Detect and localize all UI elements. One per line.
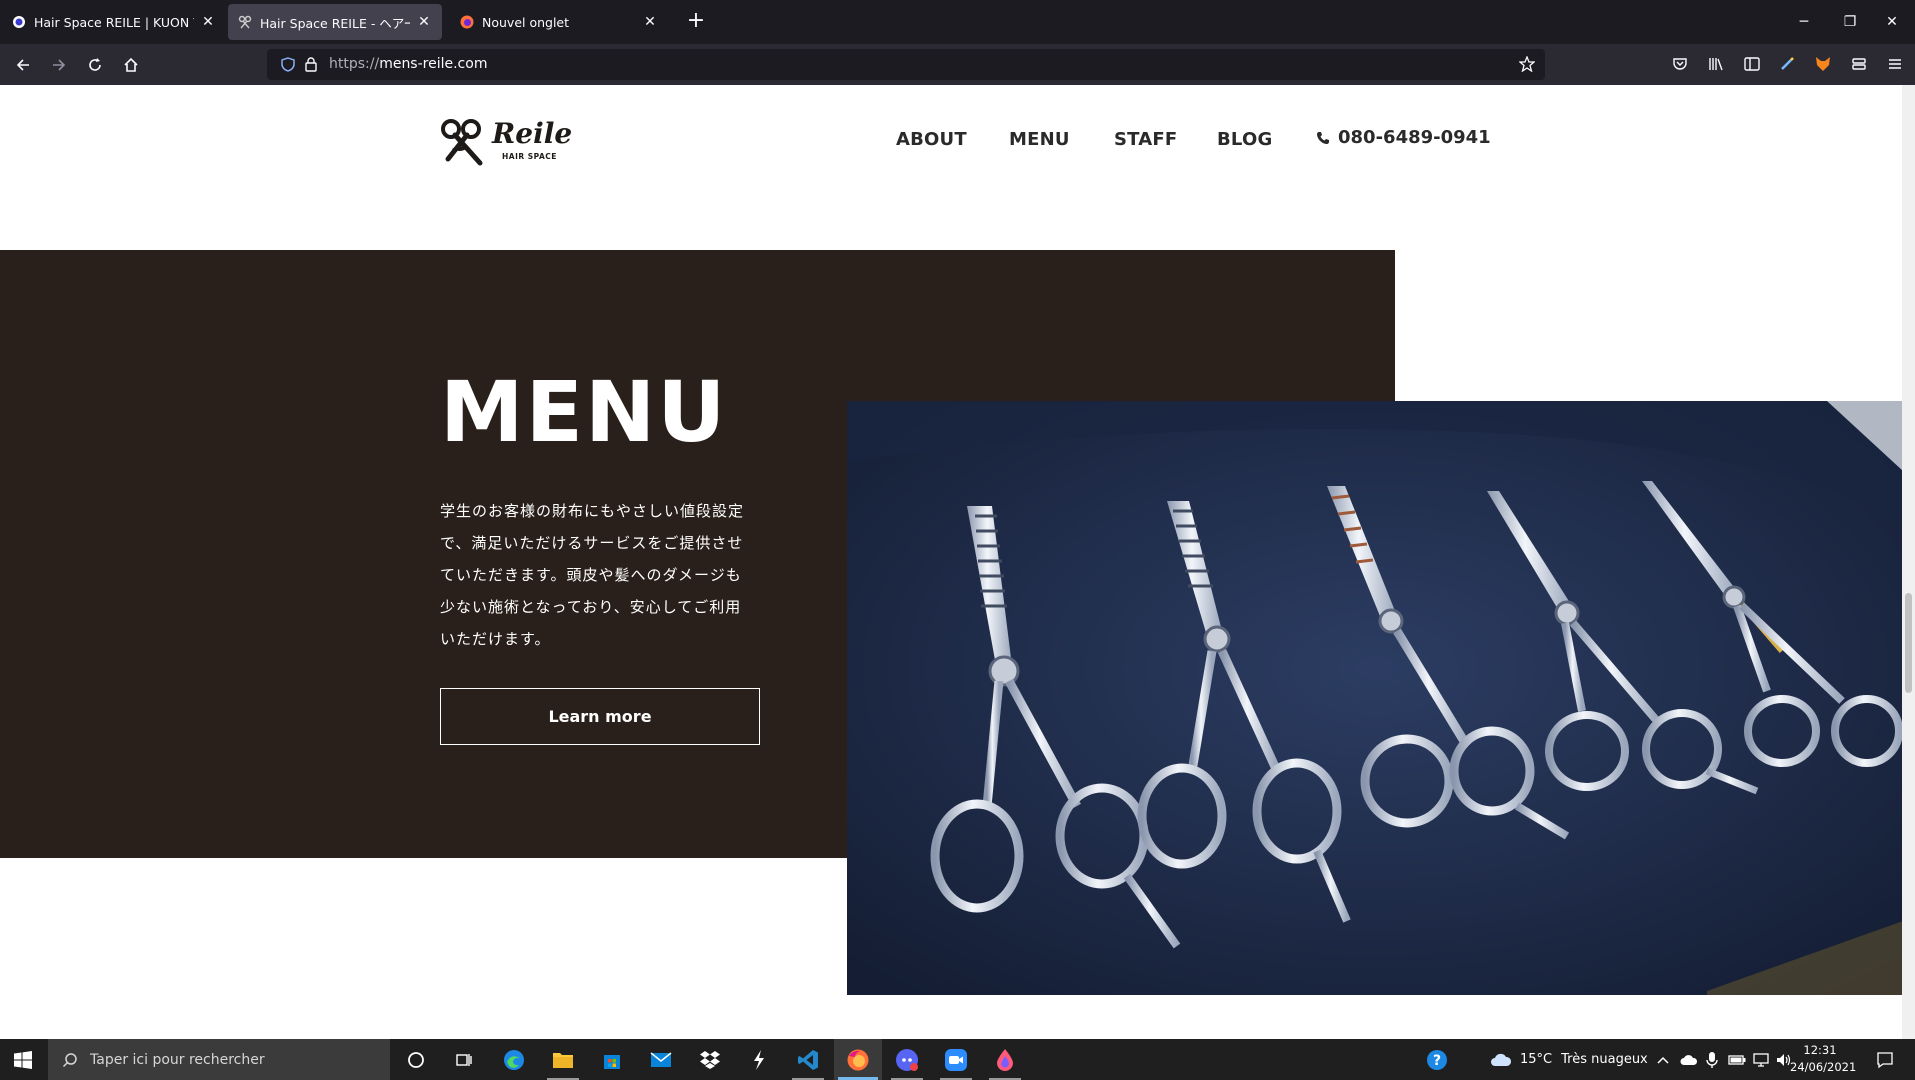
tab-title: Nouvel onglet	[482, 14, 570, 30]
page-scrollbar-thumb[interactable]	[1905, 593, 1912, 693]
hero-line-3: ていただきます。頭皮や髪へのダメージも	[440, 566, 742, 584]
firefox-icon[interactable]	[834, 1039, 882, 1080]
vscode-icon[interactable]	[784, 1039, 832, 1080]
taskbar-clock[interactable]: 12:31 24/06/2021	[1790, 1042, 1857, 1076]
firefox-favicon-icon	[460, 15, 474, 29]
sidebar-icon[interactable]	[1738, 50, 1766, 78]
svg-text:?: ?	[1433, 1053, 1441, 1069]
tab-reile-kuon[interactable]: Hair Space REILE | KUON YAGI P ✕	[2, 4, 226, 40]
pocket-icon[interactable]	[1666, 50, 1694, 78]
cortana-icon[interactable]	[392, 1039, 440, 1080]
hero-description: 学生のお客様の財布にもやさしい値段設定 で、満足いただけるサービスをご提供させ …	[440, 495, 760, 655]
reload-icon[interactable]	[80, 50, 110, 80]
phone-icon	[1317, 131, 1329, 144]
network-icon[interactable]	[1752, 1039, 1770, 1080]
close-tab-icon[interactable]: ✕	[200, 14, 216, 30]
tab-title: Hair Space REILE | KUON YAGI P	[34, 14, 194, 30]
phone-link[interactable]: 080-6489-0941	[1316, 127, 1491, 148]
extensions-icon[interactable]	[1845, 50, 1873, 78]
task-view-icon[interactable]	[440, 1039, 488, 1080]
weather-temp: 15°C	[1520, 1052, 1553, 1067]
tab-new[interactable]: Nouvel onglet ✕	[450, 4, 668, 40]
url-host: mens-reile.com	[379, 56, 488, 72]
pen-extension-icon[interactable]	[1773, 50, 1801, 78]
close-tab-icon[interactable]: ✕	[416, 14, 432, 30]
library-icon[interactable]	[1702, 50, 1730, 78]
url-text[interactable]: https://mens-reile.com	[329, 56, 487, 72]
nav-about[interactable]: ABOUT	[896, 129, 967, 150]
search-icon	[62, 1052, 77, 1067]
shield-icon[interactable]	[281, 57, 295, 72]
edge-icon[interactable]	[490, 1039, 538, 1080]
cloud-icon	[1491, 1053, 1512, 1066]
battery-icon[interactable]	[1728, 1039, 1746, 1080]
weather-widget[interactable]: 15°C Très nuageux	[1490, 1039, 1648, 1080]
zoom-icon[interactable]	[932, 1039, 980, 1080]
hero-line-2: で、満足いただけるサービスをご提供させ	[440, 534, 744, 552]
web-page: Reile HAIR SPACE ABOUT MENU STAFF BLOG 0…	[0, 85, 1915, 1039]
hamburger-menu-icon[interactable]	[1881, 50, 1909, 78]
page-scrollbar[interactable]	[1902, 85, 1915, 1039]
reile-favicon-icon	[13, 16, 25, 28]
tab-reile-hairspace[interactable]: Hair Space REILE - ヘアースペー ✕	[228, 4, 442, 40]
scissors-photo	[847, 401, 1903, 995]
nav-menu[interactable]: MENU	[1009, 129, 1070, 150]
address-bar[interactable]: https://mens-reile.com	[267, 49, 1545, 80]
hero-line-5: いただけます。	[440, 630, 551, 648]
help-icon[interactable]: ?	[1426, 1039, 1448, 1080]
app-bolt-icon[interactable]	[735, 1039, 783, 1080]
hero-line-4: 少ない施術となっており、安心してご利用	[440, 598, 742, 616]
discord-icon[interactable]	[883, 1039, 931, 1080]
lock-icon[interactable]	[305, 57, 317, 72]
nav-staff[interactable]: STAFF	[1114, 129, 1177, 150]
browser-nav-bar: https://mens-reile.com	[0, 44, 1915, 85]
home-icon[interactable]	[116, 50, 146, 80]
clock-time: 12:31	[1803, 1043, 1837, 1057]
fox-extension-icon[interactable]	[1809, 50, 1837, 78]
site-logo[interactable]: Reile HAIR SPACE	[440, 115, 572, 167]
weather-desc: Très nuageux	[1561, 1052, 1648, 1067]
phone-number: 080-6489-0941	[1338, 127, 1491, 148]
taskbar-search-input[interactable]: Taper ici pour rechercher	[48, 1039, 390, 1080]
close-tab-icon[interactable]: ✕	[642, 14, 658, 30]
onedrive-icon[interactable]	[1680, 1039, 1698, 1080]
close-window-icon[interactable]: ✕	[1869, 0, 1915, 44]
mail-icon[interactable]	[637, 1039, 685, 1080]
dropbox-icon[interactable]	[686, 1039, 734, 1080]
windows-start-icon[interactable]	[0, 1039, 46, 1080]
search-placeholder: Taper ici pour rechercher	[90, 1051, 265, 1068]
paint-drop-icon[interactable]	[981, 1039, 1029, 1080]
microphone-icon[interactable]	[1706, 1039, 1718, 1080]
minimize-icon[interactable]: ─	[1781, 0, 1827, 44]
clock-date: 24/06/2021	[1790, 1060, 1857, 1074]
bookmark-star-icon[interactable]	[1519, 56, 1535, 72]
tray-expand-icon[interactable]	[1657, 1039, 1669, 1080]
file-explorer-icon[interactable]	[539, 1039, 587, 1080]
scissors-favicon-icon	[238, 15, 252, 29]
hero-line-1: 学生のお客様の財布にもやさしい値段設定	[440, 502, 745, 520]
notifications-icon[interactable]	[1876, 1039, 1894, 1080]
nav-blog[interactable]: BLOG	[1217, 129, 1272, 150]
hero-title: MENU	[440, 363, 728, 461]
logo-text: Reile	[492, 117, 573, 150]
url-protocol: https://	[329, 56, 380, 72]
scissors-image	[847, 401, 1903, 995]
browser-tab-bar: Hair Space REILE | KUON YAGI P ✕ Hair Sp…	[0, 0, 1915, 44]
logo-subtext: HAIR SPACE	[502, 152, 557, 161]
tab-title: Hair Space REILE - ヘアースペー	[260, 15, 410, 31]
learn-more-button[interactable]: Learn more	[440, 688, 760, 745]
microsoft-store-icon[interactable]	[588, 1039, 636, 1080]
back-arrow-icon[interactable]	[8, 50, 38, 80]
new-tab-plus-icon[interactable]: +	[682, 8, 710, 36]
windows-taskbar: Taper ici pour rechercher ? 15°C Très nu…	[0, 1039, 1915, 1080]
forward-arrow-icon[interactable]	[44, 50, 74, 80]
restore-icon[interactable]: ❐	[1827, 0, 1873, 44]
